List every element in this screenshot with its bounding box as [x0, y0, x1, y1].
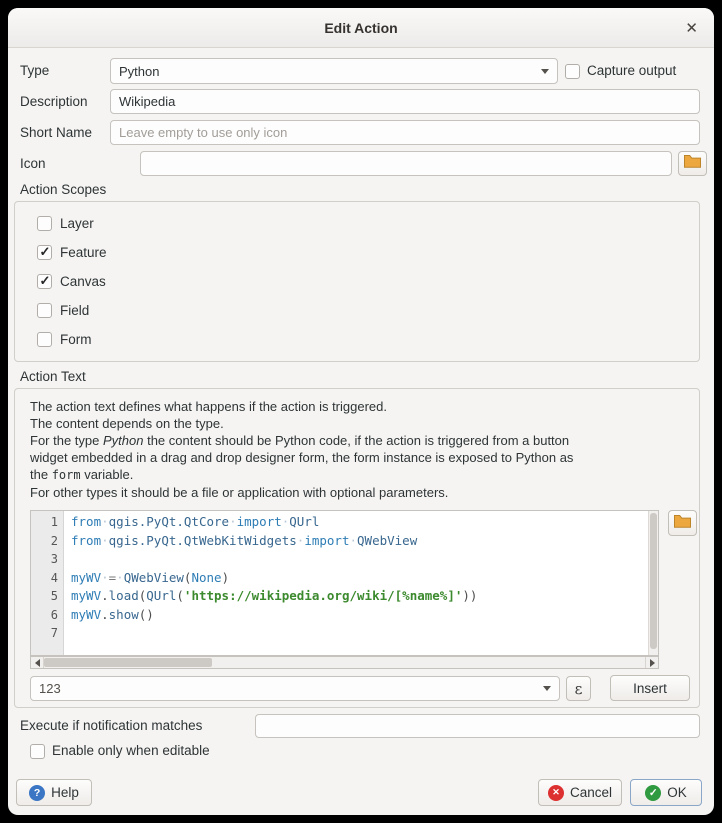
- variable-combo[interactable]: 123: [30, 676, 560, 701]
- expression-epsilon-icon: ε: [575, 680, 583, 698]
- chevron-down-icon: [541, 69, 549, 74]
- chevron-down-icon: [543, 686, 551, 691]
- action-text-title: Action Text: [20, 369, 86, 384]
- line-number: 4: [31, 569, 58, 588]
- code-line[interactable]: [71, 550, 658, 569]
- capture-output-label: Capture output: [587, 58, 676, 84]
- scope-item-field[interactable]: Field: [37, 296, 107, 325]
- ok-button[interactable]: ✓ OK: [630, 779, 702, 806]
- action-text-help: The action text defines what happens if …: [30, 398, 573, 501]
- scope-checkbox-canvas[interactable]: [37, 274, 52, 289]
- close-icon[interactable]: ✕: [685, 19, 698, 37]
- code-line[interactable]: [71, 624, 658, 643]
- scope-label: Layer: [60, 216, 94, 231]
- code-editor[interactable]: 1234567 from·qgis.PyQt.QtCore·import·QUr…: [30, 510, 659, 656]
- short-name-label: Short Name: [20, 120, 92, 145]
- folder-icon: [684, 154, 701, 173]
- code-gutter: 1234567: [31, 511, 64, 655]
- type-select[interactable]: Python: [110, 58, 558, 84]
- code-line[interactable]: myWV.show(): [71, 606, 658, 625]
- expression-builder-button[interactable]: ε: [566, 676, 591, 701]
- scope-label: Field: [60, 303, 89, 318]
- icon-label: Icon: [20, 151, 46, 176]
- scope-label: Form: [60, 332, 92, 347]
- code-line[interactable]: from·qgis.PyQt.QtCore·import·QUrl: [71, 513, 658, 532]
- action-scopes-group: Layer Feature Canvas Field Form: [14, 201, 700, 362]
- scope-checkbox-layer[interactable]: [37, 216, 52, 231]
- type-label: Type: [20, 58, 49, 84]
- action-text-help-line: The action text defines what happens if …: [30, 398, 573, 415]
- help-icon: ?: [29, 785, 45, 801]
- code-horizontal-scrollbar[interactable]: [30, 656, 659, 669]
- scope-item-canvas[interactable]: Canvas: [37, 267, 107, 296]
- description-label: Description: [20, 89, 88, 114]
- code-line[interactable]: from·qgis.PyQt.QtWebKitWidgets·import·QW…: [71, 532, 658, 551]
- code-open-file-button[interactable]: [668, 510, 697, 536]
- enable-editable-label: Enable only when editable: [52, 741, 210, 761]
- line-number: 7: [31, 624, 58, 643]
- scroll-right-arrow[interactable]: [645, 657, 658, 668]
- line-number: 5: [31, 587, 58, 606]
- insert-button[interactable]: Insert: [610, 675, 690, 701]
- scope-checkbox-field[interactable]: [37, 303, 52, 318]
- action-scopes-title: Action Scopes: [20, 182, 106, 197]
- action-scopes-list: Layer Feature Canvas Field Form: [37, 209, 107, 354]
- folder-icon: [674, 514, 691, 533]
- type-value: Python: [119, 64, 535, 79]
- action-text-help-line: For the type Python the content should b…: [30, 432, 573, 449]
- code-line[interactable]: myWV·=·QWebView(None): [71, 569, 658, 588]
- scope-item-form[interactable]: Form: [37, 325, 107, 354]
- cancel-button[interactable]: ✕ Cancel: [538, 779, 622, 806]
- cancel-icon: ✕: [548, 785, 564, 801]
- scope-item-feature[interactable]: Feature: [37, 238, 107, 267]
- action-text-help-line: widget embedded in a drag and drop desig…: [30, 449, 573, 466]
- code-vertical-scrollbar[interactable]: [648, 511, 658, 655]
- code-line[interactable]: myWV.load(QUrl('https://wikipedia.org/wi…: [71, 587, 658, 606]
- action-text-help-line: For other types it should be a file or a…: [30, 484, 573, 501]
- ok-icon: ✓: [645, 785, 661, 801]
- execute-notification-label: Execute if notification matches: [20, 714, 202, 738]
- short-name-input[interactable]: [110, 120, 700, 145]
- cancel-button-label: Cancel: [570, 785, 612, 800]
- line-number: 6: [31, 606, 58, 625]
- dialog-title: Edit Action: [324, 20, 397, 36]
- scope-label: Canvas: [60, 274, 106, 289]
- hscroll-thumb[interactable]: [44, 658, 212, 667]
- icon-browse-button[interactable]: [678, 151, 707, 176]
- line-number: 1: [31, 513, 58, 532]
- variable-combo-value: 123: [39, 681, 537, 696]
- action-text-help-line: The content depends on the type.: [30, 415, 573, 432]
- help-button-label: Help: [51, 785, 79, 800]
- scope-label: Feature: [60, 245, 107, 260]
- titlebar[interactable]: Edit Action ✕: [8, 8, 714, 48]
- scope-checkbox-form[interactable]: [37, 332, 52, 347]
- capture-output-checkbox[interactable]: [565, 64, 580, 79]
- vscroll-thumb[interactable]: [650, 513, 657, 649]
- execute-notification-input[interactable]: [255, 714, 700, 738]
- icon-input[interactable]: [140, 151, 672, 176]
- scroll-left-arrow[interactable]: [31, 657, 44, 668]
- edit-action-dialog: Edit Action ✕ Type Python Capture output…: [8, 8, 714, 815]
- ok-button-label: OK: [667, 785, 687, 800]
- line-number: 2: [31, 532, 58, 551]
- code-text-area[interactable]: from·qgis.PyQt.QtCore·import·QUrlfrom·qg…: [64, 511, 658, 655]
- line-number: 3: [31, 550, 58, 569]
- action-text-help-line: the form variable.: [30, 466, 573, 484]
- description-input[interactable]: [110, 89, 700, 114]
- help-button[interactable]: ? Help: [16, 779, 92, 806]
- insert-button-label: Insert: [633, 681, 667, 696]
- scope-checkbox-feature[interactable]: [37, 245, 52, 260]
- scope-item-layer[interactable]: Layer: [37, 209, 107, 238]
- enable-editable-checkbox[interactable]: [30, 744, 45, 759]
